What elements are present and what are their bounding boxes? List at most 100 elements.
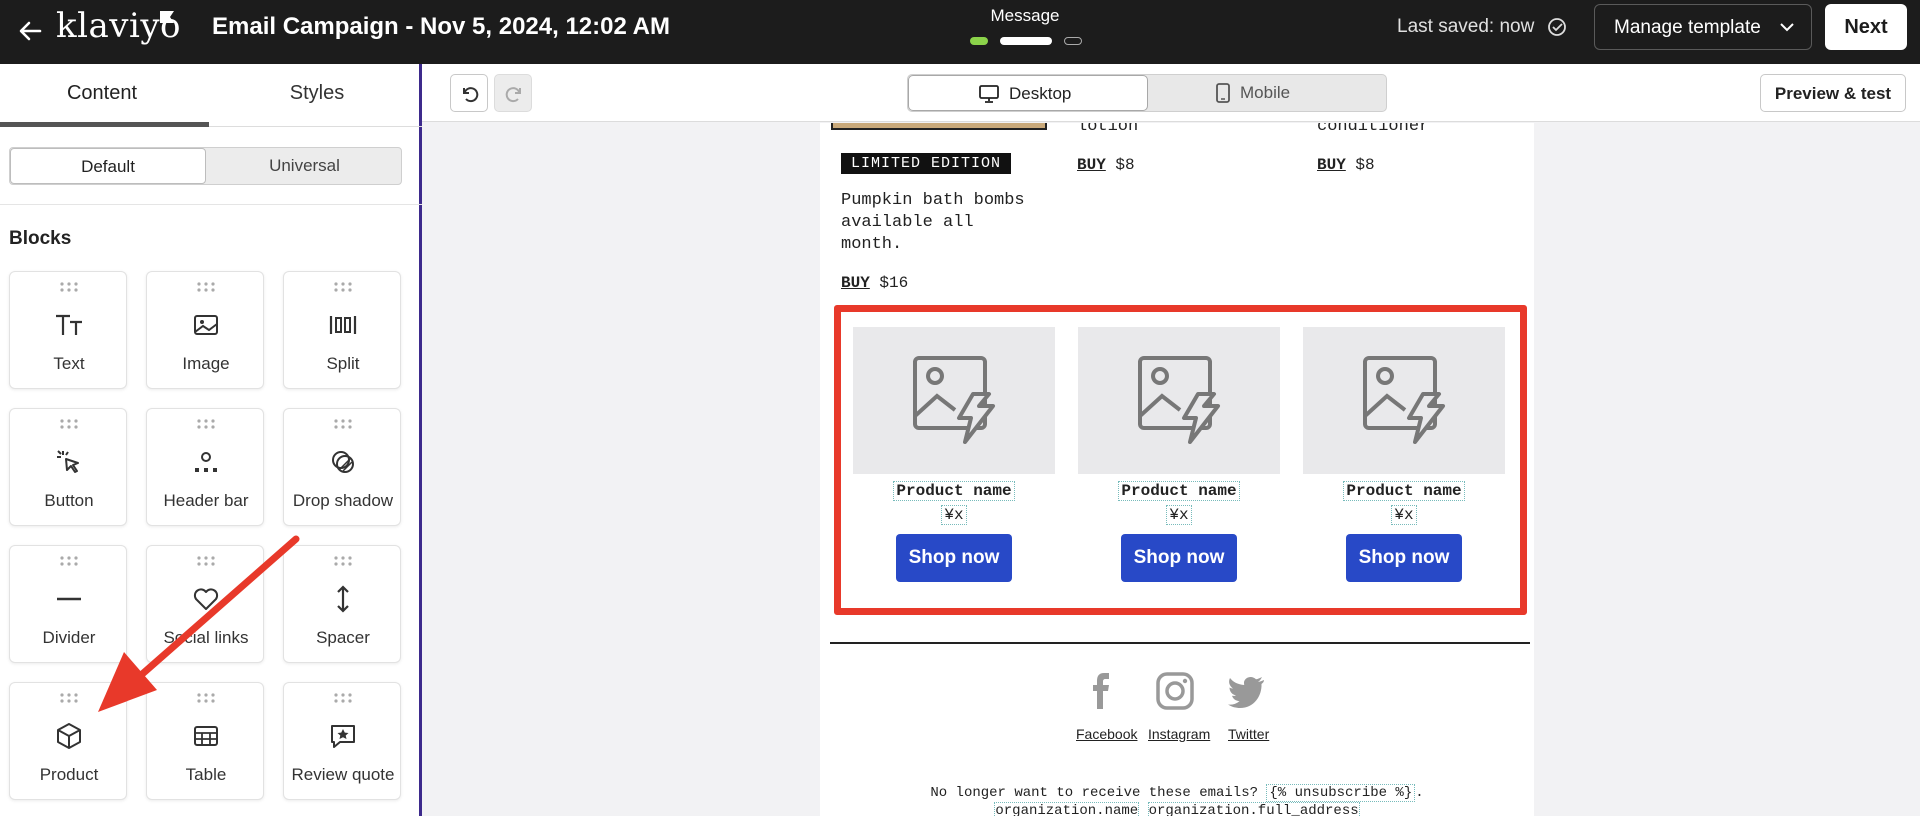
redo-button[interactable] [494,74,532,112]
email-divider[interactable] [830,642,1530,644]
block-split[interactable]: Split [283,271,401,389]
block-drop-shadow[interactable]: Drop shadow [283,408,401,526]
drag-handle-icon[interactable] [196,419,216,429]
block-image[interactable]: Image [146,271,264,389]
twitter-link[interactable]: Twitter [1228,726,1269,742]
drag-handle-icon[interactable] [333,282,353,292]
desktop-view-button[interactable]: Desktop [908,75,1148,111]
drag-handle-icon[interactable] [333,556,353,566]
block-table[interactable]: Table [146,682,264,800]
step-label: Message [990,6,1060,25]
drag-handle-icon[interactable] [59,693,79,703]
divider-line [0,204,422,205]
description-line: month. [841,235,903,254]
org-address-tag[interactable]: organization.full_address [1147,802,1360,816]
facebook-icon[interactable] [1082,671,1122,711]
segment-default[interactable]: Default [10,148,206,184]
manage-template-button[interactable]: Manage template [1594,4,1812,50]
review-star-icon [331,725,355,748]
buy-word[interactable]: BUY [841,274,870,292]
block-label: Social links [163,628,249,647]
block-label: Review quote [291,765,395,784]
block-header-bar[interactable]: Header bar [146,408,264,526]
footer-text: No longer want to receive these emails? [930,785,1258,801]
block-product[interactable]: Product [9,682,127,800]
drop-shadow-icon [332,451,354,473]
footer-address[interactable]: organization.name organization.full_addr… [820,802,1534,816]
block-label: Divider [42,628,96,647]
divider-icon [57,597,81,601]
block-button[interactable]: Button [9,408,127,526]
content-sidebar: Content Styles Default Universal Blocks … [0,64,422,816]
cube-icon [57,723,81,749]
email-canvas: lotion conditioner LIMITED EDITION BUY $… [425,123,1920,816]
text-icon [56,314,82,335]
back-arrow-icon[interactable] [14,14,48,48]
twitter-icon[interactable] [1227,671,1267,711]
chevron-down-icon [1780,23,1794,32]
price-1: $16 [879,274,909,292]
mobile-view-button[interactable]: Mobile [1148,75,1388,111]
step-1[interactable] [970,37,988,45]
buy-link-3[interactable]: BUY $8 [1317,156,1375,174]
facebook-link[interactable]: Facebook [1076,726,1137,742]
limited-edition-badge[interactable]: LIMITED EDITION [841,153,1012,174]
header-bar-icon [195,452,217,472]
campaign-title[interactable]: Email Campaign - Nov 5, 2024, 12:02 AM [212,13,670,41]
buy-link-2[interactable]: BUY $8 [1077,156,1135,174]
product-name-2[interactable]: lotion [1077,123,1138,136]
block-label: Drop shadow [292,491,394,510]
instagram-icon[interactable] [1155,671,1195,711]
annotation-highlight-box [834,305,1527,615]
drag-handle-icon[interactable] [196,693,216,703]
split-icon [329,316,357,334]
price-2: $8 [1115,156,1135,174]
org-name-tag[interactable]: organization.name [994,802,1140,816]
buy-word[interactable]: BUY [1317,156,1346,174]
drag-handle-icon[interactable] [59,282,79,292]
price-3: $8 [1355,156,1375,174]
footer-unsubscribe-text[interactable]: No longer want to receive these emails? … [820,784,1534,802]
redo-icon [505,87,521,103]
undo-button[interactable] [450,74,488,112]
product-name-3[interactable]: conditioner [1317,123,1429,136]
next-button[interactable]: Next [1825,4,1907,50]
drag-handle-icon[interactable] [333,693,353,703]
instagram-link[interactable]: Instagram [1148,726,1210,742]
step-3[interactable] [1064,37,1082,45]
blocks-heading: Blocks [9,228,72,249]
drag-handle-icon[interactable] [59,419,79,429]
logo-flag-icon [160,11,174,23]
desktop-label: Desktop [1009,84,1072,103]
buy-link-1[interactable]: BUY $16 [841,274,908,292]
drag-handle-icon[interactable] [333,419,353,429]
tab-styles[interactable]: Styles [217,82,417,105]
product-image-partial[interactable] [831,123,1047,130]
block-text[interactable]: Text [9,271,127,389]
buy-word[interactable]: BUY [1077,156,1106,174]
block-scope-toggle: Default Universal [9,147,402,185]
block-label: Product [39,765,99,784]
unsubscribe-tag[interactable]: {% unsubscribe %} [1266,784,1416,802]
tab-content[interactable]: Content [2,82,202,105]
block-social-links[interactable]: Social links [146,545,264,663]
drag-handle-icon[interactable] [196,282,216,292]
phone-icon [1216,83,1230,103]
table-icon [194,726,218,746]
block-review-quote[interactable]: Review quote [283,682,401,800]
product-description[interactable]: Pumpkin bath bombs available all month. [841,190,1025,256]
segment-universal[interactable]: Universal [206,148,403,184]
active-tab-indicator [0,122,209,127]
block-spacer[interactable]: Spacer [283,545,401,663]
preview-test-button[interactable]: Preview & test [1760,74,1906,112]
drag-handle-icon[interactable] [59,556,79,566]
manage-template-label: Manage template [1614,17,1761,38]
spacer-icon [337,585,349,613]
drag-handle-icon[interactable] [196,556,216,566]
check-circle-icon [1548,18,1566,36]
last-saved-status: Last saved: now [1397,16,1535,37]
step-2[interactable] [1000,37,1052,45]
block-divider[interactable]: Divider [9,545,127,663]
top-bar: klaviyo Email Campaign - Nov 5, 2024, 12… [0,0,1920,64]
image-icon [194,315,218,335]
